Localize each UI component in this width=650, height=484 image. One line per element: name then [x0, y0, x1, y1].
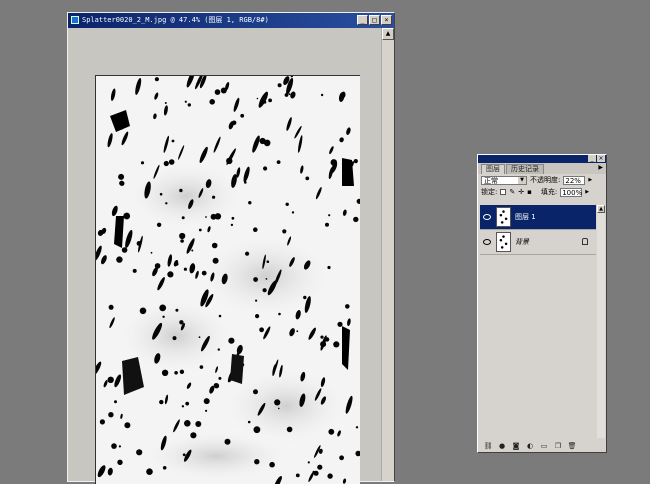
layers-panel: _ × 图层 历史记录 ▶ 正常 ▼ 不透明度: 22% ▶ 锁定: ✎ ✛ ▪…	[477, 154, 607, 453]
layers-scrollbar[interactable]: ▲	[597, 205, 605, 438]
folder-icon[interactable]: ▭	[540, 442, 548, 450]
scroll-up-icon[interactable]: ▲	[382, 28, 394, 40]
splatter-image	[96, 76, 360, 484]
layers-list: 图层 1 背景	[480, 205, 596, 438]
document-title-bar[interactable]: Splatter0020_2_M.jpg @ 47.4% (图层 1, RGB/…	[68, 13, 394, 28]
layer-name: 图层 1	[515, 213, 536, 221]
layer-thumbnail	[496, 207, 511, 227]
lock-brush-icon[interactable]: ✎	[509, 188, 515, 196]
tab-history[interactable]: 历史记录	[506, 164, 544, 174]
fill-input[interactable]: 100%	[560, 187, 582, 197]
lock-transparency-icon[interactable]	[500, 189, 507, 195]
layer-row-1[interactable]: 图层 1	[480, 205, 596, 230]
fill-arrow-icon[interactable]: ▶	[585, 189, 589, 195]
minimize-button[interactable]: _	[357, 15, 368, 25]
image-canvas[interactable]	[95, 75, 360, 484]
maximize-button[interactable]: □	[369, 15, 380, 25]
document-title: Splatter0020_2_M.jpg @ 47.4% (图层 1, RGB/…	[82, 16, 269, 24]
blend-mode-value: 正常	[484, 176, 498, 185]
mask-icon[interactable]: ◙	[512, 442, 520, 450]
chevron-down-icon: ▼	[518, 176, 526, 184]
lock-move-icon[interactable]: ✛	[518, 188, 524, 196]
adjustment-icon[interactable]: ◐	[526, 442, 534, 450]
close-button[interactable]: ×	[381, 15, 392, 25]
visibility-eye-icon[interactable]	[482, 212, 492, 222]
vertical-scrollbar[interactable]: ▲	[381, 28, 394, 481]
lock-fill-row: 锁定: ✎ ✛ ▪ 填充: 100% ▶	[478, 186, 606, 198]
layers-footer: ⛓ ● ◙ ◐ ▭ ❐ 🗑	[478, 439, 606, 452]
opacity-arrow-icon[interactable]: ▶	[588, 177, 592, 183]
lock-label: 锁定:	[481, 188, 498, 196]
blend-opacity-row: 正常 ▼ 不透明度: 22% ▶	[478, 174, 606, 186]
panel-controls: _ ×	[588, 155, 605, 162]
trash-icon[interactable]: 🗑	[568, 442, 577, 450]
layers-panel-title-bar[interactable]: _ ×	[478, 155, 606, 163]
fill-label: 填充:	[540, 188, 558, 196]
panel-tabs: 图层 历史记录 ▶	[478, 163, 606, 174]
link-icon[interactable]: ⛓	[484, 442, 493, 450]
photoshop-doc-icon	[71, 16, 79, 24]
opacity-label: 不透明度:	[530, 176, 561, 184]
layer-thumbnail	[496, 232, 511, 252]
tab-layers[interactable]: 图层	[481, 164, 505, 174]
new-layer-icon[interactable]: ❐	[554, 442, 562, 450]
opacity-input[interactable]: 22%	[563, 175, 586, 185]
fx-icon[interactable]: ●	[498, 442, 506, 450]
layer-row-background[interactable]: 背景	[480, 230, 596, 255]
panel-minimize-button[interactable]: _	[588, 155, 596, 162]
blend-mode-select[interactable]: 正常 ▼	[481, 175, 527, 185]
panel-menu-icon[interactable]: ▶	[598, 164, 603, 171]
lock-icon	[582, 238, 588, 245]
window-controls: _ □ ×	[357, 15, 392, 25]
scroll-up-icon[interactable]: ▲	[597, 205, 605, 213]
panel-close-button[interactable]: ×	[597, 155, 605, 162]
layer-name: 背景	[515, 238, 529, 246]
lock-all-icon[interactable]: ▪	[527, 188, 532, 196]
document-window: Splatter0020_2_M.jpg @ 47.4% (图层 1, RGB/…	[67, 12, 395, 484]
visibility-eye-icon[interactable]	[482, 237, 492, 247]
